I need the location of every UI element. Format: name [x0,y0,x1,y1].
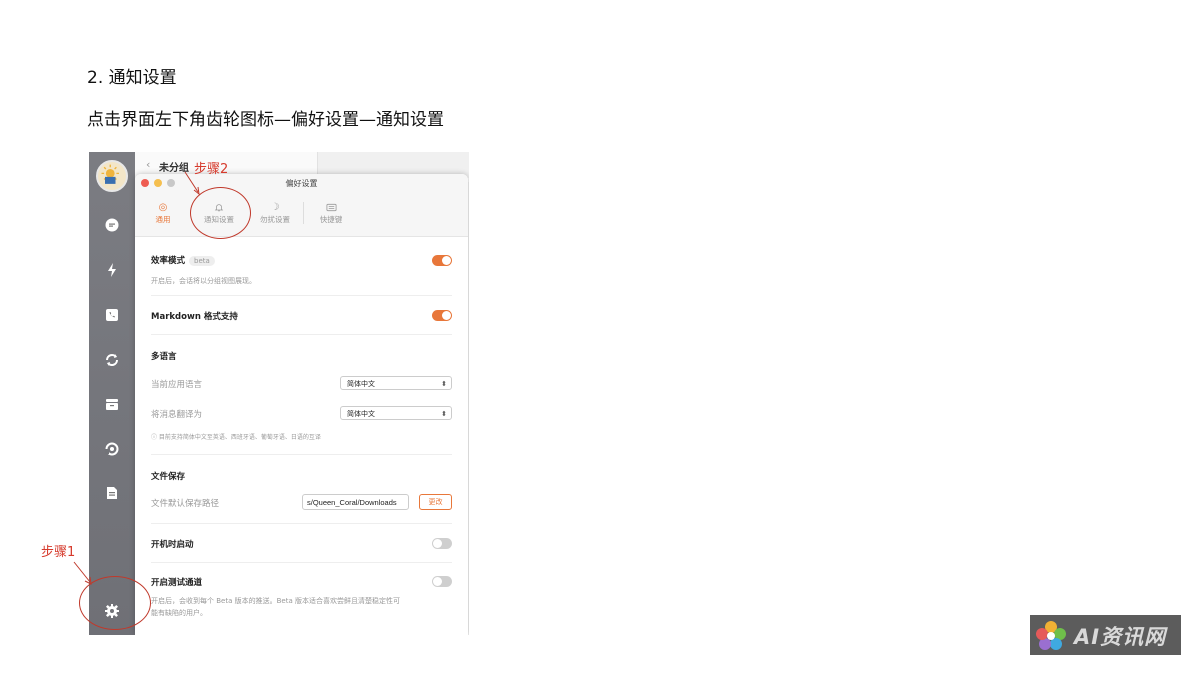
translate-to-label: 将消息翻译为 [151,410,203,420]
tab-divider [303,202,304,224]
chat-icon[interactable] [104,217,120,233]
markdown-toggle[interactable] [432,310,452,321]
step1-circle [79,576,151,630]
instruction-text: 点击界面左下角齿轮图标—偏好设置—通知设置 [87,110,444,130]
language-title: 多语言 [151,352,177,362]
efficiency-mode-title: 效率模式 beta [151,254,215,266]
launch-at-startup-title: 开机时启动 [151,540,194,550]
step2-circle [190,187,251,239]
info-icon: ⓘ [151,434,159,441]
tab-do-not-disturb[interactable]: ☽ 勿扰设置 [255,202,295,225]
select-arrow-icon: ⬍ [441,410,447,418]
step1-label: 步骤1 [41,545,76,560]
beta-channel-desc-line1: 开启后，会收到每个 Beta 版本的推送。Beta 版本适合喜欢尝鲜且清楚稳定性… [151,597,400,605]
current-language-label: 当前应用语言 [151,380,203,390]
select-arrow-icon: ⬍ [441,380,447,388]
markdown-title: Markdown 格式支持 [151,312,238,322]
watermark: AI资讯网 [1030,615,1181,655]
keyboard-icon [311,202,351,214]
swirl-icon[interactable] [104,441,120,457]
tab-label: 快捷键 [319,215,343,224]
target-icon: ◎ [158,202,168,213]
loop-icon[interactable] [104,352,120,368]
section-heading: 2. 通知设置 [87,68,177,88]
divider [151,454,452,455]
divider [151,334,452,335]
file-save-title: 文件保存 [151,472,186,482]
watermark-text: AI资讯网 [1074,625,1167,649]
beta-channel-toggle[interactable] [432,576,452,587]
lightning-icon[interactable] [104,262,120,278]
document-icon[interactable] [104,485,120,501]
change-path-button[interactable]: 更改 [419,494,452,510]
beta-badge: beta [189,256,215,266]
efficiency-mode-desc: 开启后，会话将以分组视图展现。 [151,277,256,285]
current-language-select[interactable]: 简体中文 ⬍ [340,376,452,390]
beta-channel-desc-line2: 能有缺陷的用户。 [151,609,207,617]
phone-icon[interactable] [104,307,120,323]
language-note: ⓘ 目前支持简体中文至英语、西班牙语、葡萄牙语、日语的互译 [151,434,321,441]
back-chevron-icon[interactable]: ‹ [146,158,150,171]
moon-icon: ☽ [270,202,280,213]
preferences-window: 偏好设置 ◎ 通用 通知设置 ☽ 勿扰设置 快捷键 效率模式 beta 开启后，… [135,174,468,635]
tab-general[interactable]: ◎ 通用 [143,202,183,225]
divider [151,562,452,563]
divider [151,523,452,524]
tab-label: 通用 [155,215,171,224]
tab-shortcuts[interactable]: 快捷键 [311,202,351,225]
translate-to-select[interactable]: 简体中文 ⬍ [340,406,452,420]
save-path-label: 文件默认保存路径 [151,499,220,509]
avatar[interactable] [96,160,128,192]
efficiency-mode-toggle[interactable] [432,255,452,266]
flower-logo-icon [1036,621,1066,650]
beta-channel-title: 开启测试通道 [151,578,203,588]
folder-icon[interactable] [104,396,120,412]
divider [151,295,452,296]
tab-label: 勿扰设置 [260,215,290,224]
launch-at-startup-toggle[interactable] [432,538,452,549]
save-path-field[interactable]: s/Queen_Coral/Downloads [302,494,409,510]
app-screenshot: ‹ 未分组 偏好设置 ◎ 通用 通知设置 ☽ 勿扰设置 快捷键 效率模式 bet… [89,152,469,635]
